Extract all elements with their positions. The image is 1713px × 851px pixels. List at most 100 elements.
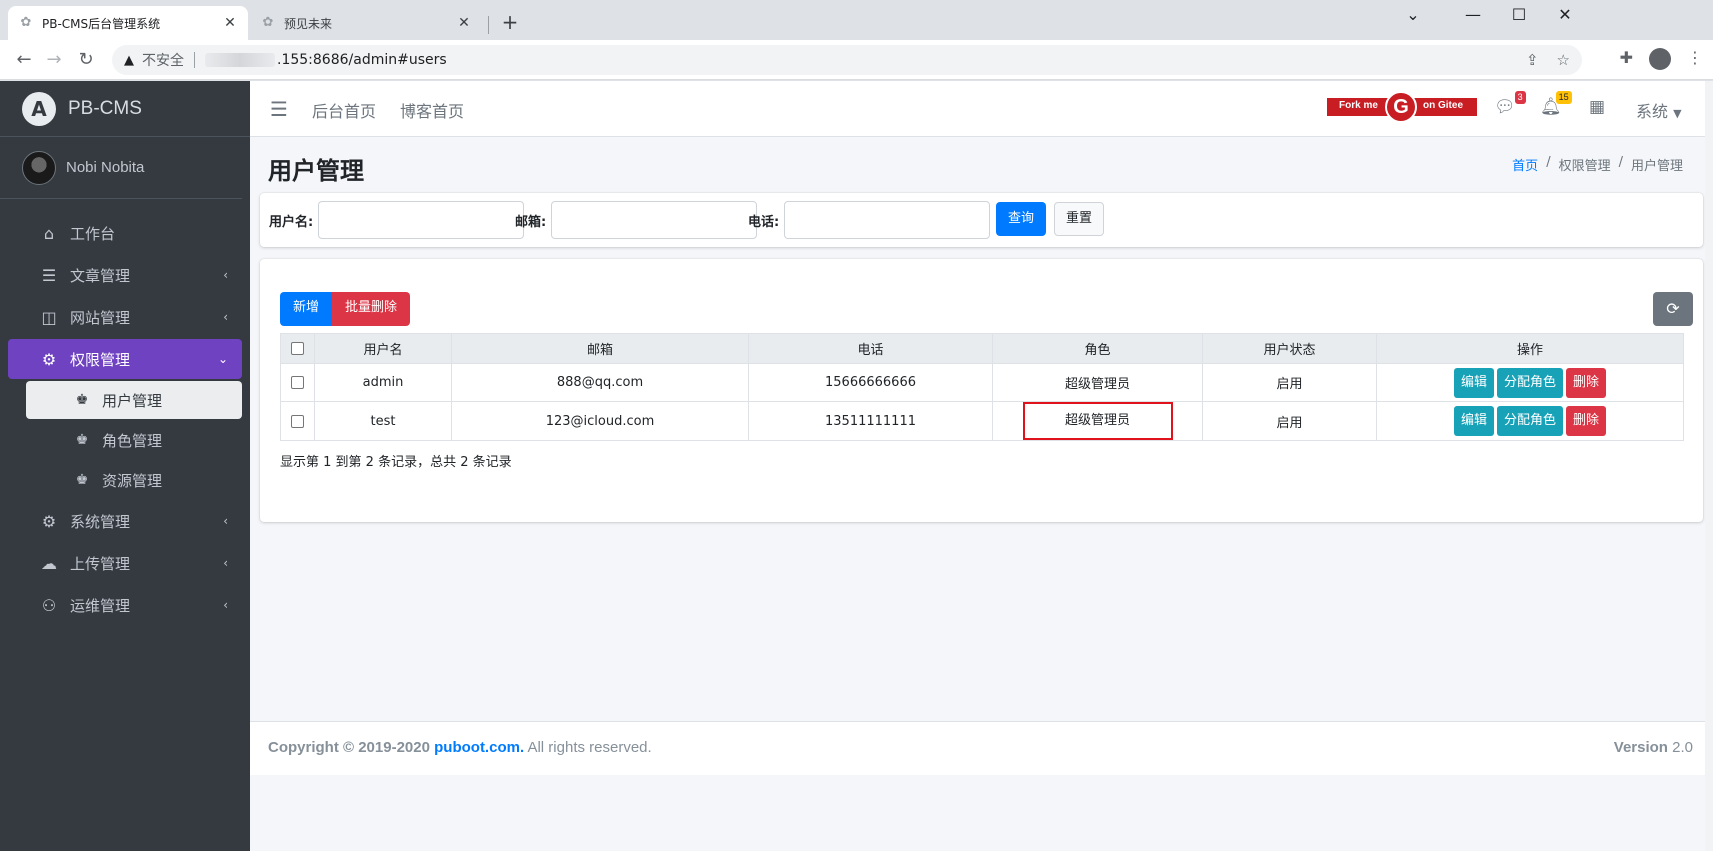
sidebar-subitem-users[interactable]: ♚ 用户管理: [26, 381, 242, 419]
tab-search-icon[interactable]: ⌄: [1390, 0, 1436, 32]
fork-on-gitee-banner[interactable]: Fork me G on Gitee: [1327, 91, 1477, 123]
chevron-left-icon: ‹: [223, 598, 228, 612]
copyright: Copyright © 2019-2020 puboot.com. All ri…: [268, 739, 652, 756]
chevron-down-icon: ⌄: [217, 352, 228, 366]
sidebar-subitem-resources[interactable]: ♚ 资源管理: [26, 461, 242, 499]
address-bar: ← → ↻ ▲ 不安全 .155:8686/admin#users ⇪ ☆ ✚ …: [0, 40, 1713, 80]
new-tab-button[interactable]: +: [498, 10, 522, 34]
nav-link-blog-home[interactable]: 博客首页: [400, 98, 464, 122]
sidebar-item-articles[interactable]: ☰ 文章管理 ‹: [8, 255, 242, 295]
bell-icon[interactable]: 🔔︎ 15: [1540, 91, 1572, 117]
assign-role-button[interactable]: 分配角色: [1496, 406, 1563, 436]
tab-title: 预见未来: [284, 16, 333, 31]
sidebar-item-label: 运维管理: [70, 596, 131, 615]
sidebar-item-label: 网站管理: [70, 308, 131, 327]
browser-tab-inactive[interactable]: ✿ 预见未来 ✕: [250, 6, 482, 40]
users-cog-icon: ⚙: [41, 349, 57, 369]
username-input[interactable]: [318, 201, 524, 239]
assign-role-button[interactable]: 分配角色: [1496, 367, 1563, 398]
brand[interactable]: A PB-CMS: [0, 81, 250, 137]
query-button[interactable]: 查询: [996, 202, 1046, 236]
reload-icon[interactable]: ↻: [74, 48, 98, 72]
system-dropdown[interactable]: 系统 ▼: [1636, 98, 1682, 122]
browser-tab-active[interactable]: ✿ PB-CMS后台管理系统 ✕: [8, 6, 248, 40]
back-icon[interactable]: ←: [12, 48, 36, 72]
close-tab-icon[interactable]: ✕: [222, 15, 238, 31]
version-number: 2.0: [1672, 739, 1693, 756]
extensions-icon[interactable]: ✚: [1620, 48, 1633, 70]
sidebar-item-permissions[interactable]: ⚙ 权限管理 ⌄: [8, 339, 242, 379]
rights-text: All rights reserved.: [527, 739, 652, 756]
sidebar-item-ops[interactable]: ⚇ 运维管理 ‹: [8, 585, 242, 625]
warning-icon[interactable]: ▲: [124, 53, 134, 68]
breadcrumb-current: 用户管理: [1630, 159, 1683, 174]
search-form: 用户名: 邮箱: 电话: 查询 重置: [260, 193, 1703, 247]
brand-logo: A: [22, 91, 56, 126]
col-role[interactable]: 角色: [992, 333, 1203, 364]
chevron-left-icon: ‹: [223, 268, 228, 282]
url-field[interactable]: ▲ 不安全 .155:8686/admin#users ⇪ ☆: [112, 45, 1582, 75]
favicon-icon: ✿: [262, 15, 274, 30]
user-panel[interactable]: Nobi Nobita: [0, 137, 242, 199]
table-toolbar: 新增 批量删除: [280, 292, 411, 326]
sidebar-item-label: 文章管理: [70, 266, 131, 285]
close-window-button[interactable]: ✕: [1542, 0, 1588, 32]
reset-button[interactable]: 重置: [1054, 202, 1104, 236]
menu-toggle-icon[interactable]: ☰: [270, 97, 288, 121]
user-name[interactable]: Nobi Nobita: [66, 159, 144, 176]
notifications-badge: 15: [1555, 91, 1572, 104]
chevron-left-icon: ‹: [223, 514, 228, 528]
col-status[interactable]: 用户状态: [1202, 333, 1377, 364]
close-tab-icon[interactable]: ✕: [456, 15, 472, 31]
tab-title: PB-CMS后台管理系统: [42, 16, 161, 31]
users-table-card: 新增 批量删除 ⟳ 用户名 邮箱 电话 角色 用户状态 操作 admin 888…: [260, 259, 1703, 522]
footer-brand-link[interactable]: puboot.com.: [434, 739, 524, 756]
sidebar-item-website[interactable]: ◫ 网站管理 ‹: [8, 297, 242, 337]
page-title: 用户管理: [268, 158, 364, 185]
refresh-button[interactable]: ⟳: [1653, 292, 1693, 326]
grid-apps-icon[interactable]: ▦: [1589, 97, 1605, 117]
col-email[interactable]: 邮箱: [451, 333, 749, 364]
breadcrumb-home[interactable]: 首页: [1512, 155, 1538, 174]
cloud-upload-icon: ☁: [41, 553, 57, 573]
batch-delete-button[interactable]: 批量删除: [332, 292, 411, 326]
row-checkbox[interactable]: [291, 414, 304, 428]
email-input[interactable]: [551, 201, 757, 239]
maximize-button[interactable]: ☐: [1496, 0, 1542, 32]
sidebar-item-upload[interactable]: ☁ 上传管理 ‹: [8, 543, 242, 583]
sidebar: A PB-CMS Nobi Nobita ⌂ 工作台 ☰ 文章管理 ‹ ◫ 网站…: [0, 81, 250, 851]
crown-icon: ♚: [75, 432, 89, 448]
row-checkbox[interactable]: [291, 376, 304, 389]
phone-input[interactable]: [784, 201, 990, 239]
window-right-edge: [1705, 81, 1713, 851]
nav-link-admin-home[interactable]: 后台首页: [312, 98, 376, 122]
gitee-ribbon-text-left: Fork me: [1339, 100, 1378, 111]
messages-icon[interactable]: 💬︎ 3: [1494, 91, 1526, 117]
security-label[interactable]: 不安全: [142, 50, 184, 70]
url-text[interactable]: .155:8686/admin#users: [277, 52, 447, 68]
share-icon[interactable]: ⇪: [1526, 51, 1539, 69]
sidebar-item-dashboard[interactable]: ⌂ 工作台: [8, 213, 242, 253]
minimize-button[interactable]: —: [1450, 0, 1496, 32]
table-row: test 123@icloud.com 13511111111 超级管理员 启用…: [280, 401, 1684, 441]
sidebar-item-system[interactable]: ⚙ 系统管理 ‹: [8, 501, 242, 541]
delete-button[interactable]: 删除: [1566, 406, 1607, 436]
edit-button[interactable]: 编辑: [1453, 406, 1494, 436]
cell-username: admin: [314, 363, 452, 402]
col-username[interactable]: 用户名: [314, 333, 452, 364]
cog-icon: ⚙: [41, 511, 57, 531]
col-phone[interactable]: 电话: [748, 333, 993, 364]
breadcrumb: 首页 / 权限管理 / 用户管理: [1512, 155, 1683, 174]
bookmark-star-icon[interactable]: ☆: [1557, 51, 1570, 69]
profile-avatar-icon[interactable]: [1649, 48, 1671, 70]
browser-menu-icon[interactable]: ⋮: [1687, 48, 1703, 70]
forward-icon[interactable]: →: [42, 48, 66, 72]
system-dropdown-label: 系统: [1636, 102, 1669, 121]
delete-button[interactable]: 删除: [1566, 367, 1607, 398]
edit-button[interactable]: 编辑: [1453, 367, 1494, 398]
add-button[interactable]: 新增: [280, 292, 333, 326]
sidebar-subitem-roles[interactable]: ♚ 角色管理: [26, 421, 242, 459]
select-all-checkbox[interactable]: [291, 342, 304, 355]
cell-phone: 13511111111: [748, 401, 993, 441]
columns-icon: ◫: [41, 307, 57, 327]
